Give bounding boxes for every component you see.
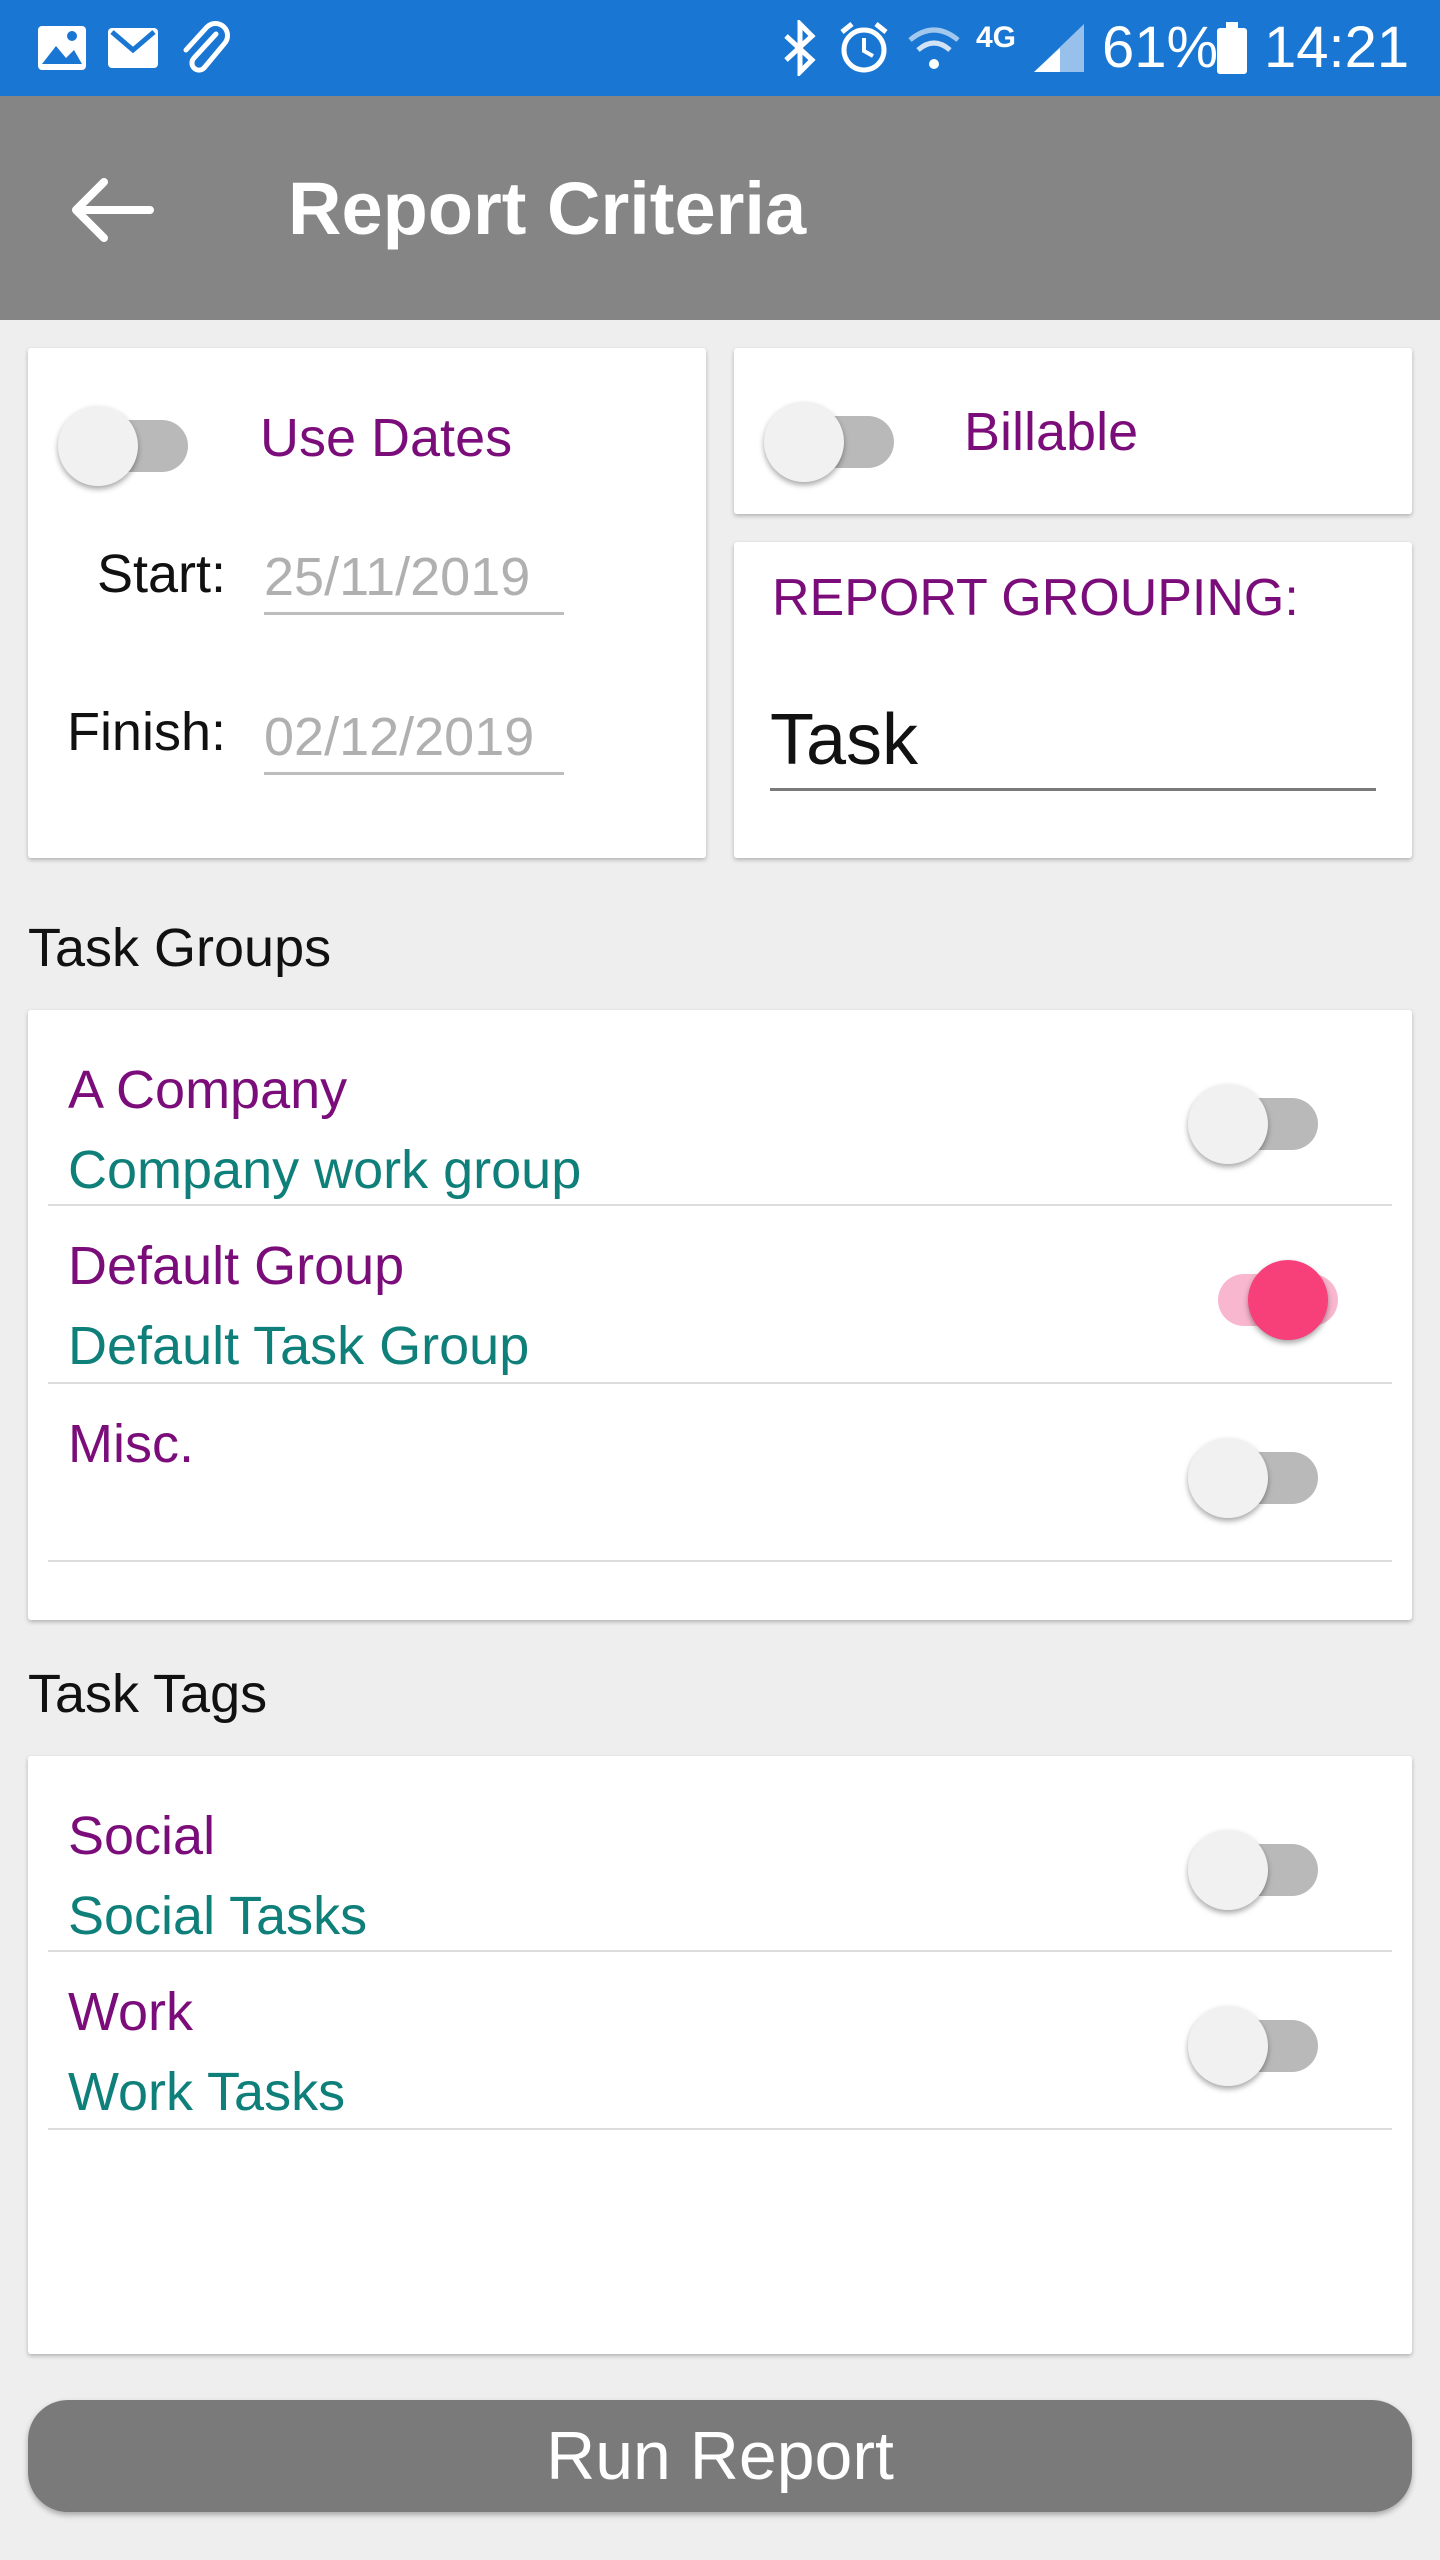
group-name: Misc.: [68, 1414, 194, 1474]
dates-card: Use Dates Start: Finish:: [28, 348, 706, 858]
list-item[interactable]: Default Group Default Task Group: [28, 1206, 1412, 1382]
finish-label: Finish:: [66, 702, 226, 762]
tag-description: Social Tasks: [68, 1886, 368, 1946]
billable-label: Billable: [964, 402, 1139, 462]
tag-name: Work: [68, 1982, 194, 2042]
app-bar: Report Criteria: [0, 96, 1440, 320]
work-toggle[interactable]: [1188, 1994, 1328, 2086]
group-description: Default Task Group: [68, 1316, 530, 1376]
use-dates-label: Use Dates: [260, 408, 513, 468]
default-group-toggle[interactable]: [1188, 1248, 1338, 1340]
list-item[interactable]: Work Work Tasks: [28, 1952, 1412, 2128]
report-grouping-select[interactable]: Task: [770, 692, 1376, 791]
report-grouping-label: REPORT GROUPING:: [772, 569, 1299, 627]
a-company-toggle[interactable]: [1188, 1072, 1328, 1164]
task-groups-title: Task Groups: [28, 918, 332, 978]
page-title: Report Criteria: [288, 167, 807, 250]
list-item[interactable]: Social Social Tasks: [28, 1756, 1412, 1950]
task-tags-card: Social Social Tasks Work Work Tasks: [28, 1756, 1412, 2354]
group-name: A Company: [68, 1060, 348, 1120]
status-bar: 4G 61% 14:21: [0, 0, 1440, 96]
start-date-field[interactable]: [264, 542, 564, 615]
signal-icon: [1034, 24, 1084, 72]
misc-toggle[interactable]: [1188, 1426, 1328, 1518]
task-tags-title: Task Tags: [28, 1664, 268, 1724]
finish-date-field[interactable]: [264, 702, 564, 775]
image-icon: [38, 26, 86, 70]
group-name: Default Group: [68, 1236, 405, 1296]
divider: [48, 2128, 1392, 2130]
wifi-icon: [908, 27, 960, 69]
task-groups-card: A Company Company work group Default Gro…: [28, 1010, 1412, 1620]
network-type: 4G: [976, 21, 1017, 54]
clock: 14:21: [1264, 15, 1410, 80]
billable-card: Billable: [734, 348, 1412, 514]
start-label: Start:: [96, 544, 226, 604]
bluetooth-icon: [784, 20, 816, 76]
battery-icon: [1217, 22, 1247, 74]
paperclip-icon: [183, 21, 230, 73]
divider: [48, 1560, 1392, 1562]
tag-name: Social: [68, 1806, 216, 1866]
back-arrow-icon[interactable]: [64, 162, 160, 258]
list-item[interactable]: Misc.: [28, 1384, 1412, 1560]
gmail-icon: [108, 28, 158, 68]
tag-description: Work Tasks: [68, 2062, 346, 2122]
use-dates-toggle[interactable]: [58, 394, 198, 486]
report-grouping-value: Task: [770, 700, 919, 780]
group-description: Company work group: [68, 1140, 582, 1200]
social-toggle[interactable]: [1188, 1818, 1328, 1910]
billable-toggle[interactable]: [764, 390, 904, 482]
run-report-button[interactable]: Run Report: [28, 2400, 1412, 2512]
alarm-icon: [840, 22, 888, 73]
report-grouping-card: REPORT GROUPING: Task: [734, 542, 1412, 858]
list-item[interactable]: A Company Company work group: [28, 1010, 1412, 1204]
battery-percent: 61%: [1102, 15, 1219, 80]
